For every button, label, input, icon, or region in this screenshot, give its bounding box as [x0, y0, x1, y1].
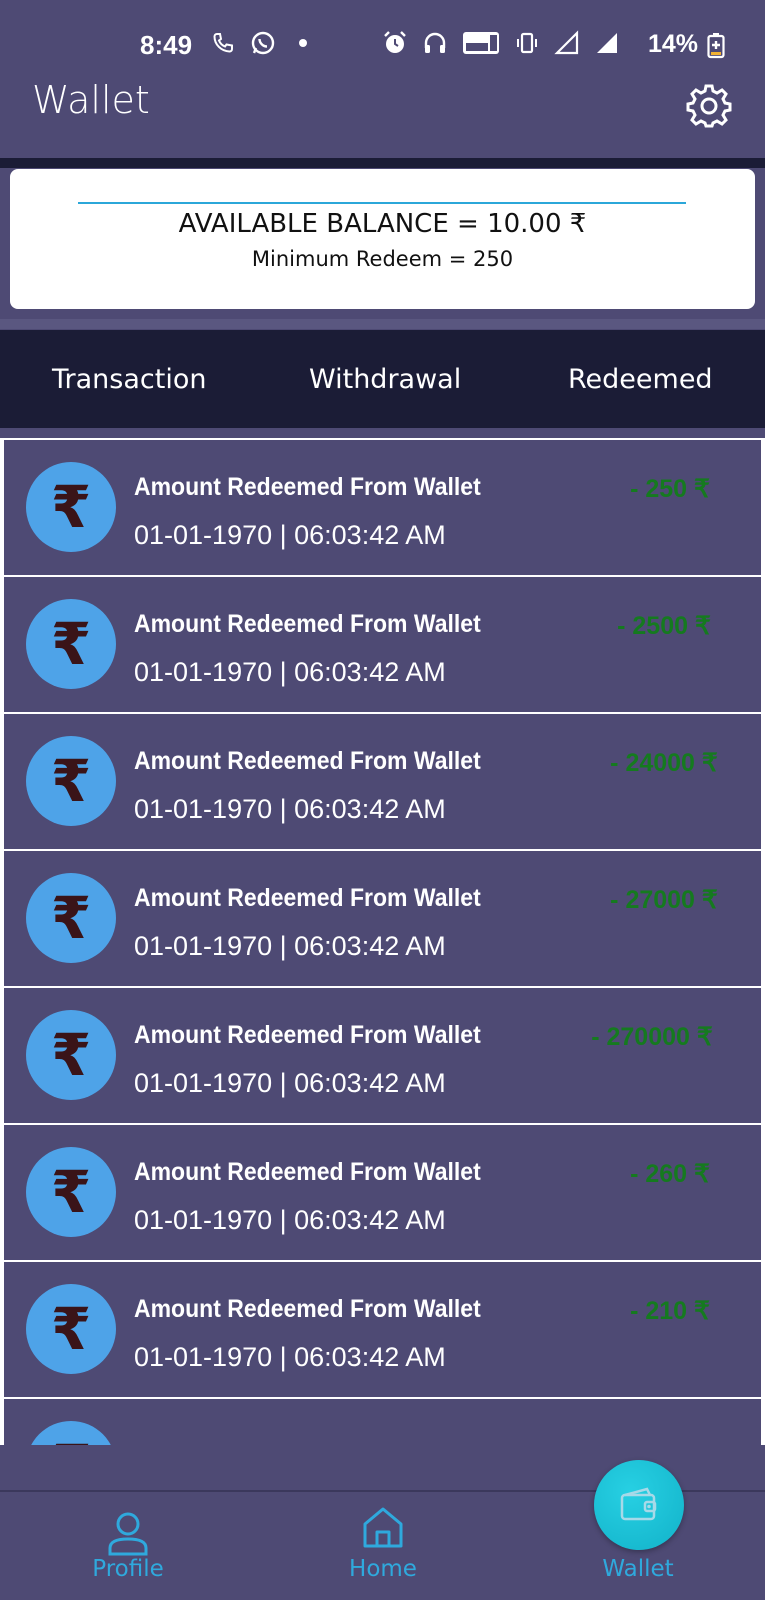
list-item[interactable]: ₹ Amount Redeemed From Wallet 01-01-1970… — [4, 1262, 761, 1397]
wallet-fab-button[interactable] — [594, 1460, 684, 1550]
rupee-coin-icon: ₹ — [26, 1010, 116, 1100]
nav-profile[interactable]: Profile — [48, 1510, 208, 1582]
gear-icon — [686, 84, 732, 128]
balance-divider — [78, 202, 686, 204]
item-title: Amount Redeemed From Wallet — [134, 1295, 481, 1323]
page-title: Wallet — [32, 78, 150, 122]
item-amount: - 210 ₹ — [630, 1297, 710, 1325]
rupee-coin-icon: ₹ — [26, 873, 116, 963]
rupee-coin-icon: ₹ — [26, 599, 116, 689]
item-amount: - 270000 ₹ — [591, 1023, 713, 1051]
item-date: 01-01-1970 | 06:03:42 AM — [134, 657, 446, 687]
item-title: Amount Redeemed From Wallet — [134, 884, 481, 912]
dot-icon — [290, 30, 316, 56]
status-bar: 8:49 14% — [0, 0, 765, 88]
tab-transaction[interactable]: Transaction — [52, 364, 206, 395]
nav-home-label: Home — [349, 1556, 417, 1582]
rupee-coin-icon: ₹ — [26, 1147, 116, 1237]
card-divider — [0, 319, 765, 329]
nav-home[interactable]: Home — [303, 1504, 463, 1582]
headphones-icon — [422, 30, 448, 56]
list-item[interactable]: ₹ Amount Redeemed From Wallet 01-01-1970… — [4, 714, 761, 849]
nav-wallet-label: Wallet — [602, 1556, 674, 1582]
item-amount: - 250 ₹ — [630, 475, 710, 503]
wifi-calling-icon — [210, 30, 236, 56]
rupee-coin-icon: ₹ — [26, 1284, 116, 1374]
tab-bar: Transaction Withdrawal Redeemed — [0, 330, 765, 428]
nav-profile-label: Profile — [92, 1556, 164, 1582]
list-item[interactable]: ₹ Amount Redeemed From Wallet 01-01-1970… — [4, 1125, 761, 1260]
settings-button[interactable] — [684, 80, 734, 130]
item-title: Amount Redeemed From Wallet — [134, 473, 481, 501]
list-item[interactable]: ₹ Amount Redeemed From Wallet 01-01-1970… — [4, 577, 761, 712]
item-amount: - 260 ₹ — [630, 1160, 710, 1188]
item-amount: - 2500 ₹ — [617, 612, 711, 640]
item-date: 01-01-1970 | 06:03:42 AM — [134, 1342, 446, 1372]
wallet-icon — [620, 1487, 657, 1521]
transaction-list[interactable]: ₹ Amount Redeemed From Wallet 01-01-1970… — [0, 438, 765, 1445]
item-date: 01-01-1970 | 06:03:42 AM — [134, 1205, 446, 1235]
item-title: Amount Redeemed From Wallet — [134, 747, 481, 775]
tab-redeemed[interactable]: Redeemed — [568, 364, 713, 395]
header-divider — [0, 158, 765, 168]
alarm-icon — [382, 30, 408, 56]
status-time: 8:49 — [140, 30, 193, 60]
item-title: Amount Redeemed From Wallet — [134, 1158, 481, 1186]
profile-icon — [108, 1512, 148, 1556]
battery-percent: 14% — [648, 30, 699, 58]
available-balance: AVAILABLE BALANCE = 10.00 ₹ — [178, 209, 587, 239]
signal-icon — [554, 30, 580, 56]
rupee-coin-icon: ₹ — [26, 736, 116, 826]
tab-withdrawal[interactable]: Withdrawal — [309, 364, 461, 395]
item-amount: - 27000 ₹ — [610, 886, 718, 914]
item-title: Amount Redeemed From Wallet — [134, 1021, 481, 1049]
list-item[interactable]: ₹ Amount Redeemed From Wallet 01-01-1970… — [4, 440, 761, 575]
item-date: 01-01-1970 | 06:03:42 AM — [134, 794, 446, 824]
list-item[interactable]: ₹ Amount Redeemed From Wallet 01-01-1970… — [4, 851, 761, 986]
signal-4g-icon — [594, 30, 620, 56]
item-title: Amount Redeemed From Wallet — [134, 610, 481, 638]
list-item[interactable]: ₹ — [4, 1399, 761, 1445]
whatsapp-icon — [250, 30, 276, 56]
rupee-coin-icon: ₹ — [26, 1421, 116, 1445]
volte-icon — [462, 30, 500, 56]
vibrate-icon — [514, 30, 540, 56]
item-date: 01-01-1970 | 06:03:42 AM — [134, 520, 446, 550]
battery-icon — [707, 33, 725, 63]
list-item[interactable]: ₹ Amount Redeemed From Wallet 01-01-1970… — [4, 988, 761, 1123]
balance-card: AVAILABLE BALANCE = 10.00 ₹ Minimum Rede… — [10, 169, 755, 309]
rupee-coin-icon: ₹ — [26, 462, 116, 552]
item-date: 01-01-1970 | 06:03:42 AM — [134, 931, 446, 961]
item-amount: - 24000 ₹ — [610, 749, 718, 777]
minimum-redeem: Minimum Redeem = 250 — [251, 247, 514, 271]
item-date: 01-01-1970 | 06:03:42 AM — [134, 1068, 446, 1098]
home-icon — [363, 1507, 403, 1548]
